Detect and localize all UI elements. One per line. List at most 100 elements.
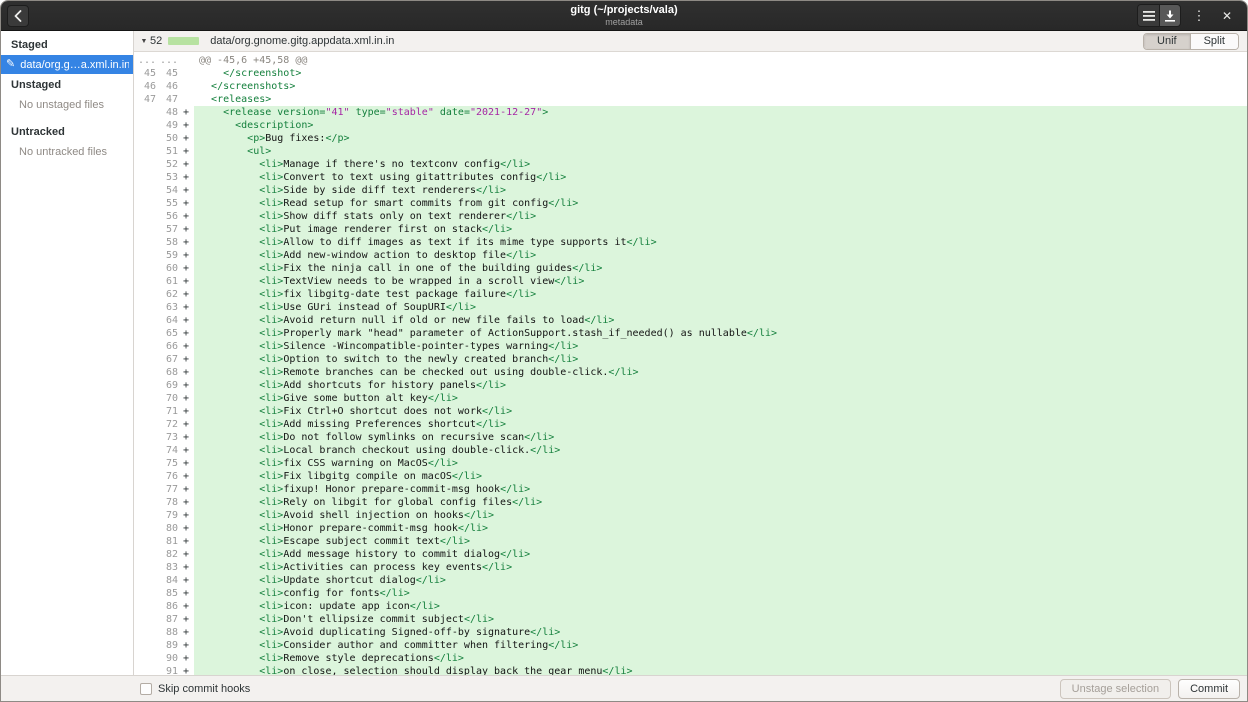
diff-line[interactable]: 62+ <li>fix libgitg-date test package fa… [134, 288, 1247, 301]
diff-marker: + [178, 457, 194, 470]
back-button[interactable] [7, 5, 29, 27]
diff-line[interactable]: 49+ <description> [134, 119, 1247, 132]
added-lines-count: 52 [150, 35, 162, 47]
diff-line[interactable]: 51+ <ul> [134, 145, 1247, 158]
diff-line[interactable]: 79+ <li>Avoid shell injection on hooks</… [134, 509, 1247, 522]
diff-old-line-number [134, 600, 156, 613]
diff-old-line-number [134, 483, 156, 496]
diff-line[interactable]: 54+ <li>Side by side diff text renderers… [134, 184, 1247, 197]
diff-line[interactable]: 85+ <li>config for fonts</li> [134, 587, 1247, 600]
diff-line[interactable]: 48+ <release version="41" type="stable" … [134, 106, 1247, 119]
diff-new-line-number: 77 [156, 483, 178, 496]
diff-line[interactable]: 91+ <li>on close, selection should displ… [134, 665, 1247, 675]
footer-buttons: Unstage selection Commit [1060, 679, 1240, 699]
diff-line[interactable]: 68+ <li>Remote branches can be checked o… [134, 366, 1247, 379]
diff-line[interactable]: 70+ <li>Give some button alt key</li> [134, 392, 1247, 405]
diff-line[interactable]: 58+ <li>Allow to diff images as text if … [134, 236, 1247, 249]
diff-marker: + [178, 223, 194, 236]
diff-line[interactable]: ......@@ -45,6 +45,58 @@ [134, 54, 1247, 67]
diff-code: <li>Rely on libgit for global config fil… [194, 496, 1247, 509]
diff-line[interactable]: 88+ <li>Avoid duplicating Signed-off-by … [134, 626, 1247, 639]
diff-line[interactable]: 71+ <li>Fix Ctrl+O shortcut does not wor… [134, 405, 1247, 418]
diff-code: <li>Use GUri instead of SoupURI</li> [194, 301, 1247, 314]
staged-file-label: data/org.g…a.xml.in.in [20, 59, 129, 71]
diff-code: <li>Allow to diff images as text if its … [194, 236, 1247, 249]
diff-line[interactable]: 60+ <li>Fix the ninja call in one of the… [134, 262, 1247, 275]
diff-line[interactable]: 57+ <li>Put image renderer first on stac… [134, 223, 1247, 236]
diff-line[interactable]: 67+ <li>Option to switch to the newly cr… [134, 353, 1247, 366]
diff-line[interactable]: 65+ <li>Properly mark "head" parameter o… [134, 327, 1247, 340]
diff-new-line-number: 78 [156, 496, 178, 509]
history-view-button[interactable] [1138, 5, 1159, 26]
diff-line[interactable]: 75+ <li>fix CSS warning on MacOS</li> [134, 457, 1247, 470]
staged-section-title: Staged [1, 34, 133, 55]
diff-old-line-number [134, 119, 156, 132]
diff-old-line-number [134, 275, 156, 288]
diff-line[interactable]: 77+ <li>fixup! Honor prepare-commit-msg … [134, 483, 1247, 496]
diff-line[interactable]: 78+ <li>Rely on libgit for global config… [134, 496, 1247, 509]
diff-line[interactable]: 74+ <li>Local branch checkout using doub… [134, 444, 1247, 457]
diff-new-line-number: 74 [156, 444, 178, 457]
diff-new-line-number: 88 [156, 626, 178, 639]
diff-line[interactable]: 76+ <li>Fix libgitg compile on macOS</li… [134, 470, 1247, 483]
diff-line[interactable]: 83+ <li>Activities can process key event… [134, 561, 1247, 574]
diff-line[interactable]: 90+ <li>Remove style deprecations</li> [134, 652, 1247, 665]
diff-line[interactable]: 4747 <releases> [134, 93, 1247, 106]
diff-line[interactable]: 69+ <li>Add shortcuts for history panels… [134, 379, 1247, 392]
diff-line[interactable]: 61+ <li>TextView needs to be wrapped in … [134, 275, 1247, 288]
diff-marker: + [178, 535, 194, 548]
diff-line[interactable]: 81+ <li>Escape subject commit text</li> [134, 535, 1247, 548]
diff-code: <li>Read setup for smart commits from gi… [194, 197, 1247, 210]
diff-line[interactable]: 84+ <li>Update shortcut dialog</li> [134, 574, 1247, 587]
diff-old-line-number [134, 418, 156, 431]
diff-line[interactable]: 59+ <li>Add new-window action to desktop… [134, 249, 1247, 262]
diff-old-line-number [134, 106, 156, 119]
diff-line[interactable]: 66+ <li>Silence -Wincompatible-pointer-t… [134, 340, 1247, 353]
diff-line[interactable]: 50+ <p>Bug fixes:</p> [134, 132, 1247, 145]
diff-line[interactable]: 72+ <li>Add missing Preferences shortcut… [134, 418, 1247, 431]
split-view-button[interactable]: Split [1190, 34, 1238, 49]
diff-line[interactable]: 87+ <li>Don't ellipsize commit subject</… [134, 613, 1247, 626]
menu-button[interactable]: ⋮ [1189, 5, 1209, 27]
diff-line[interactable]: 73+ <li>Do not follow symlinks on recurs… [134, 431, 1247, 444]
diff-line[interactable]: 52+ <li>Manage if there's no textconv co… [134, 158, 1247, 171]
diff-line[interactable]: 80+ <li>Honor prepare-commit-msg hook</l… [134, 522, 1247, 535]
diff-code: <li>Avoid shell injection on hooks</li> [194, 509, 1247, 522]
diff-new-line-number: 60 [156, 262, 178, 275]
diff-line[interactable]: 56+ <li>Show diff stats only on text ren… [134, 210, 1247, 223]
diff-line[interactable]: 53+ <li>Convert to text using gitattribu… [134, 171, 1247, 184]
diff-code: <li>Silence -Wincompatible-pointer-types… [194, 340, 1247, 353]
diff-code: <li>Put image renderer first on stack</l… [194, 223, 1247, 236]
diff-line[interactable]: 89+ <li>Consider author and committer wh… [134, 639, 1247, 652]
diff-line[interactable]: 86+ <li>icon: update app icon</li> [134, 600, 1247, 613]
diff-marker: + [178, 119, 194, 132]
diff-line[interactable]: 4545 </screenshot> [134, 67, 1247, 80]
diff-new-line-number: 72 [156, 418, 178, 431]
commit-view-button[interactable] [1159, 5, 1180, 26]
diff-marker: + [178, 470, 194, 483]
diff-new-line-number: 49 [156, 119, 178, 132]
close-button[interactable]: ✕ [1217, 5, 1237, 27]
diff-marker: + [178, 340, 194, 353]
diff-new-line-number: 53 [156, 171, 178, 184]
unified-view-button[interactable]: Unif [1144, 34, 1190, 49]
skip-commit-hooks-toggle[interactable]: Skip commit hooks [140, 683, 250, 695]
collapse-expander-icon[interactable]: ▼ [139, 38, 149, 45]
diff-old-line-number [134, 353, 156, 366]
untracked-empty-label: No untracked files [1, 142, 133, 168]
commit-button[interactable]: Commit [1178, 679, 1240, 699]
staged-file-item[interactable]: ✎ data/org.g…a.xml.in.in [1, 55, 133, 74]
diff-old-line-number [134, 574, 156, 587]
unstage-selection-button[interactable]: Unstage selection [1060, 679, 1171, 699]
diff-line[interactable]: 82+ <li>Add message history to commit di… [134, 548, 1247, 561]
diff-old-line-number [134, 626, 156, 639]
diff-code: <li>Option to switch to the newly create… [194, 353, 1247, 366]
diff-line[interactable]: 55+ <li>Read setup for smart commits fro… [134, 197, 1247, 210]
diff-marker: + [178, 496, 194, 509]
gitg-window: gitg (~/projects/vala) metadata ⋮ ✕ Stag… [0, 0, 1248, 702]
diff-code: <li>fixup! Honor prepare-commit-msg hook… [194, 483, 1247, 496]
diff-line[interactable]: 4646 </screenshots> [134, 80, 1247, 93]
skip-commit-hooks-checkbox[interactable] [140, 683, 152, 695]
diff-line[interactable]: 63+ <li>Use GUri instead of SoupURI</li> [134, 301, 1247, 314]
diff-line[interactable]: 64+ <li>Avoid return null if old or new … [134, 314, 1247, 327]
